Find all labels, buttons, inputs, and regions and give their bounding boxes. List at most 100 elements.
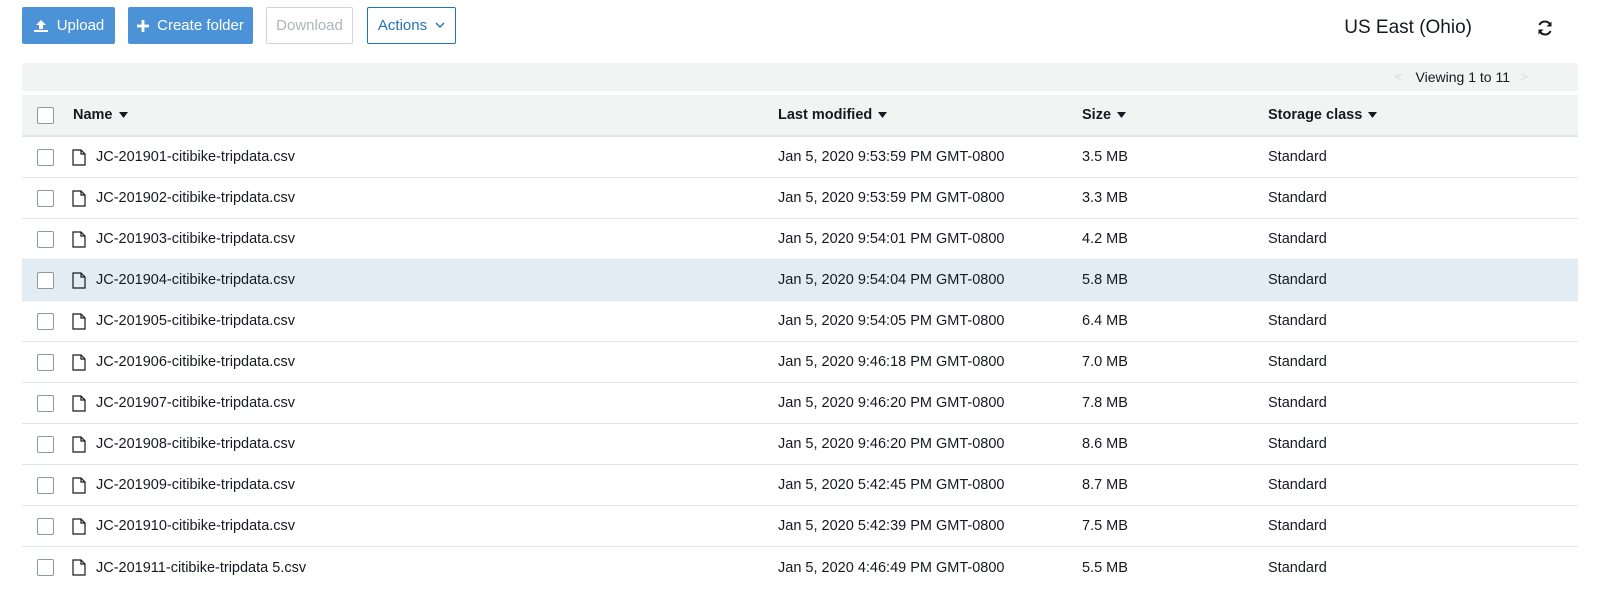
storage-class-cell: Standard [1268, 436, 1327, 452]
file-name-link[interactable]: JC-201907-citibike-tripdata.csv [96, 395, 295, 411]
column-header-size[interactable]: Size [1082, 95, 1127, 135]
region-label: US East (Ohio) [1344, 17, 1472, 38]
last-modified-cell: Jan 5, 2020 9:54:01 PM GMT-0800 [778, 231, 1005, 247]
actions-label: Actions [377, 17, 428, 34]
file-name-link[interactable]: JC-201908-citibike-tripdata.csv [96, 436, 295, 452]
name-cell: JC-201906-citibike-tripdata.csv [49, 342, 295, 382]
table-row[interactable]: JC-201907-citibike-tripdata.csv Jan 5, 2… [22, 383, 1578, 424]
file-icon [72, 394, 86, 412]
table-row[interactable]: JC-201903-citibike-tripdata.csv Jan 5, 2… [22, 219, 1578, 260]
storage-class-cell: Standard [1268, 231, 1327, 247]
file-name-link[interactable]: JC-201906-citibike-tripdata.csv [96, 354, 295, 370]
file-name-link[interactable]: JC-201905-citibike-tripdata.csv [96, 313, 295, 329]
size-cell: 8.7 MB [1082, 477, 1128, 493]
storage-class-cell: Standard [1268, 313, 1327, 329]
storage-class-cell: Standard [1268, 559, 1327, 576]
objects-table: Name Last modified Size Storage class JC… [22, 95, 1578, 588]
column-header-name[interactable]: Name [73, 95, 128, 135]
file-icon [72, 476, 86, 494]
file-name-link[interactable]: JC-201910-citibike-tripdata.csv [96, 518, 295, 534]
column-size-label: Size [1082, 107, 1112, 123]
column-storage-class-label: Storage class [1268, 107, 1363, 123]
storage-class-cell: Standard [1268, 395, 1327, 411]
name-cell: JC-201904-citibike-tripdata.csv [49, 260, 295, 300]
table-row[interactable]: JC-201902-citibike-tripdata.csv Jan 5, 2… [22, 178, 1578, 219]
column-name-label: Name [73, 107, 113, 123]
last-modified-cell: Jan 5, 2020 5:42:45 PM GMT-0800 [778, 477, 1005, 493]
storage-class-cell: Standard [1268, 477, 1327, 493]
last-modified-cell: Jan 5, 2020 4:46:49 PM GMT-0800 [778, 559, 1005, 576]
size-cell: 7.0 MB [1082, 354, 1128, 370]
name-cell: JC-201908-citibike-tripdata.csv [49, 424, 295, 464]
table-row[interactable]: JC-201908-citibike-tripdata.csv Jan 5, 2… [22, 424, 1578, 465]
table-row[interactable]: JC-201904-citibike-tripdata.csv Jan 5, 2… [22, 260, 1578, 301]
storage-class-cell: Standard [1268, 518, 1327, 534]
file-name-link[interactable]: JC-201901-citibike-tripdata.csv [96, 149, 295, 165]
table-row[interactable]: JC-201911-citibike-tripdata 5.csv Jan 5,… [22, 547, 1578, 588]
file-name-link[interactable]: JC-201902-citibike-tripdata.csv [96, 190, 295, 206]
last-modified-cell: Jan 5, 2020 5:42:39 PM GMT-0800 [778, 518, 1005, 534]
last-modified-cell: Jan 5, 2020 9:53:59 PM GMT-0800 [778, 190, 1005, 206]
name-cell: JC-201907-citibike-tripdata.csv [49, 383, 295, 423]
upload-label: Upload [56, 17, 105, 34]
select-all-checkbox[interactable] [37, 106, 54, 124]
name-cell: JC-201903-citibike-tripdata.csv [49, 219, 295, 259]
name-cell: JC-201910-citibike-tripdata.csv [49, 506, 295, 546]
sort-caret-icon [118, 112, 128, 118]
last-modified-cell: Jan 5, 2020 9:53:59 PM GMT-0800 [778, 149, 1005, 165]
table-row[interactable]: JC-201905-citibike-tripdata.csv Jan 5, 2… [22, 301, 1578, 342]
file-name-link[interactable]: JC-201909-citibike-tripdata.csv [96, 477, 295, 493]
file-name-link[interactable]: JC-201903-citibike-tripdata.csv [96, 231, 295, 247]
create-folder-label: Create folder [157, 17, 244, 34]
column-header-last-modified[interactable]: Last modified [778, 95, 888, 135]
column-header-storage-class[interactable]: Storage class [1268, 95, 1378, 135]
size-cell: 7.8 MB [1082, 395, 1128, 411]
last-modified-cell: Jan 5, 2020 9:46:20 PM GMT-0800 [778, 436, 1005, 452]
last-modified-cell: Jan 5, 2020 9:54:04 PM GMT-0800 [778, 272, 1005, 288]
last-modified-cell: Jan 5, 2020 9:46:18 PM GMT-0800 [778, 354, 1005, 370]
refresh-icon[interactable] [1536, 19, 1556, 39]
upload-button[interactable]: Upload [22, 7, 115, 44]
file-icon [72, 148, 86, 166]
download-button[interactable]: Download [266, 7, 353, 44]
file-icon [72, 230, 86, 248]
name-cell: JC-201902-citibike-tripdata.csv [49, 178, 295, 218]
toolbar: Upload Create folder Download Actions US… [0, 0, 1600, 56]
file-icon [72, 517, 86, 535]
actions-button[interactable]: Actions [367, 7, 456, 44]
size-cell: 8.6 MB [1082, 436, 1128, 452]
size-cell: 3.3 MB [1082, 190, 1128, 206]
size-cell: 7.5 MB [1082, 518, 1128, 534]
file-name-link[interactable]: JC-201911-citibike-tripdata 5.csv [96, 560, 306, 576]
sort-caret-icon [1117, 112, 1127, 118]
sort-caret-icon [878, 112, 888, 118]
file-icon [72, 353, 86, 371]
select-all-cell [37, 95, 54, 135]
size-cell: 6.4 MB [1082, 313, 1128, 329]
upload-icon [33, 19, 49, 33]
next-page-icon[interactable]: > [1520, 69, 1528, 84]
size-cell: 5.5 MB [1082, 559, 1128, 576]
plus-icon [137, 19, 150, 32]
create-folder-button[interactable]: Create folder [128, 7, 253, 44]
file-icon [72, 189, 86, 207]
file-icon [72, 559, 86, 576]
file-icon [72, 312, 86, 330]
pager-bar: < Viewing 1 to 11 > [22, 63, 1578, 91]
column-last-modified-label: Last modified [778, 107, 873, 123]
name-cell: JC-201901-citibike-tripdata.csv [49, 137, 295, 177]
storage-class-cell: Standard [1268, 272, 1327, 288]
table-header: Name Last modified Size Storage class [22, 95, 1578, 137]
storage-class-cell: Standard [1268, 190, 1327, 206]
storage-class-cell: Standard [1268, 149, 1327, 165]
viewing-count: Viewing 1 to 11 [1415, 69, 1510, 85]
download-label: Download [276, 17, 343, 34]
table-body: JC-201901-citibike-tripdata.csv Jan 5, 2… [22, 137, 1578, 588]
prev-page-icon[interactable]: < [1394, 69, 1402, 84]
file-icon [72, 435, 86, 453]
table-row[interactable]: JC-201909-citibike-tripdata.csv Jan 5, 2… [22, 465, 1578, 506]
table-row[interactable]: JC-201910-citibike-tripdata.csv Jan 5, 2… [22, 506, 1578, 547]
file-name-link[interactable]: JC-201904-citibike-tripdata.csv [96, 272, 295, 288]
table-row[interactable]: JC-201901-citibike-tripdata.csv Jan 5, 2… [22, 137, 1578, 178]
table-row[interactable]: JC-201906-citibike-tripdata.csv Jan 5, 2… [22, 342, 1578, 383]
